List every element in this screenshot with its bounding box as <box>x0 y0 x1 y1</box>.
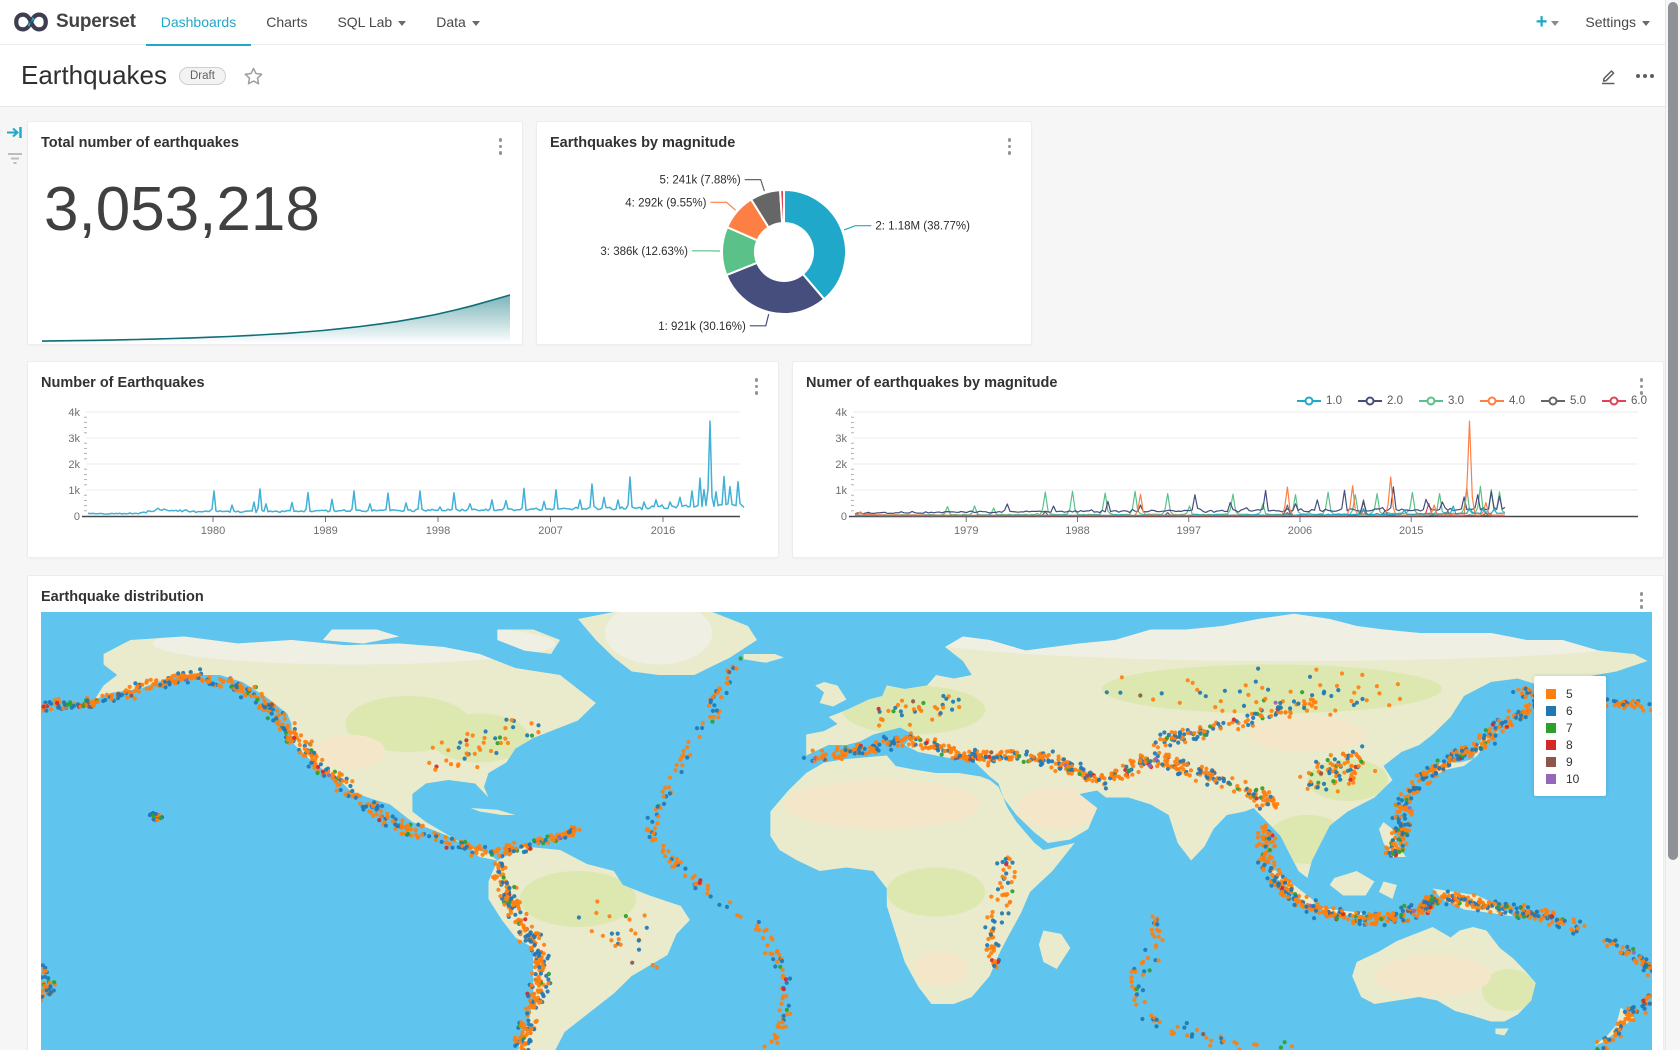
chart-card-number-of-earthquakes: Number of Earthquakes 01k2k3k4k198019891… <box>27 361 779 558</box>
more-actions-icon[interactable] <box>1636 74 1654 78</box>
svg-text:1988: 1988 <box>1065 525 1089 537</box>
legend-swatch <box>1546 740 1556 750</box>
top-nav: Superset Dashboards Charts SQL Lab Data … <box>0 0 1680 45</box>
chevron-down-icon <box>1642 21 1650 26</box>
settings-menu[interactable]: Settings <box>1585 14 1650 30</box>
favorite-star-icon[interactable] <box>244 67 263 85</box>
svg-text:1k: 1k <box>835 485 847 497</box>
chart-menu-icon[interactable] <box>1638 590 1646 611</box>
chart-card-total-number: Total number of earthquakes 3,053,218 <box>27 121 523 345</box>
chevron-down-icon <box>472 21 480 26</box>
svg-text:3k: 3k <box>835 433 847 445</box>
map-legend: 5678910 <box>1534 676 1606 796</box>
svg-text:2007: 2007 <box>538 525 562 537</box>
filter-icon[interactable] <box>7 152 23 165</box>
svg-text:1k: 1k <box>68 485 80 497</box>
expand-filters-icon[interactable] <box>6 125 24 140</box>
map-legend-item: 5 <box>1546 685 1606 702</box>
svg-text:3k: 3k <box>68 433 80 445</box>
nav-item-dashboards[interactable]: Dashboards <box>146 0 252 45</box>
new-button[interactable]: + <box>1536 11 1560 34</box>
svg-text:1989: 1989 <box>313 525 337 537</box>
timeseries-chart: 0 1k 2k 3k 4k 1979 1988 1997 2006 2015 <box>793 362 1663 557</box>
map-canvas <box>41 612 1652 1050</box>
chart-title: Earthquake distribution <box>41 589 204 605</box>
chart-title: Total number of earthquakes <box>41 135 239 151</box>
nav-item-sql-lab[interactable]: SQL Lab <box>322 0 421 45</box>
dashboard-header: Earthquakes Draft <box>0 45 1680 107</box>
donut-callout-label: 5: 241k (7.88%) <box>660 175 741 187</box>
chart-menu-icon[interactable] <box>497 136 505 157</box>
svg-text:0: 0 <box>74 511 80 523</box>
nav-item-charts[interactable]: Charts <box>251 0 322 45</box>
plus-icon: + <box>1536 11 1548 34</box>
svg-text:2k: 2k <box>835 459 847 471</box>
legend-swatch <box>1546 757 1556 767</box>
world-map[interactable]: 5678910 <box>41 612 1652 1050</box>
svg-text:4k: 4k <box>68 407 80 419</box>
svg-text:1980: 1980 <box>201 525 225 537</box>
svg-text:2006: 2006 <box>1288 525 1312 537</box>
donut-callout-label: 4: 292k (9.55%) <box>625 197 706 209</box>
chevron-down-icon <box>398 21 406 26</box>
map-legend-item: 9 <box>1546 753 1606 770</box>
map-legend-item: 10 <box>1546 770 1606 787</box>
legend-swatch <box>1546 723 1556 733</box>
map-legend-item: 7 <box>1546 719 1606 736</box>
timeseries-chart: 0 1k 2k 3k 4k 1980 1989 1998 2007 2016 <box>28 362 778 557</box>
donut-callout-label: 2: 1.18M (38.77%) <box>875 221 970 233</box>
chart-card-earthquake-distribution: Earthquake distribution 5678910 <box>27 575 1664 1050</box>
brand-name: Superset <box>56 11 136 33</box>
superset-brand[interactable]: Superset <box>14 11 136 33</box>
svg-text:2k: 2k <box>68 459 80 471</box>
edit-pencil-icon[interactable] <box>1598 66 1618 86</box>
chart-card-earthquakes-by-magnitude-lines: Numer of earthquakes by magnitude 1.02.0… <box>792 361 1664 558</box>
chart-card-earthquakes-by-magnitude: Earthquakes by magnitude 2: 1.18M (38.77… <box>536 121 1032 345</box>
donut-callout-label: 1: 921k (30.16%) <box>658 321 746 333</box>
superset-logo-icon <box>14 12 48 32</box>
trendline-sparkline <box>28 288 522 344</box>
status-badge: Draft <box>179 67 226 85</box>
nav-item-data[interactable]: Data <box>421 0 495 45</box>
svg-text:0: 0 <box>841 511 847 523</box>
scrollbar-thumb[interactable] <box>1668 2 1678 860</box>
svg-text:4k: 4k <box>835 407 847 419</box>
map-legend-item: 6 <box>1546 702 1606 719</box>
svg-text:2015: 2015 <box>1399 525 1423 537</box>
donut-chart: 2: 1.18M (38.77%) 1: 921k (30.16%) 3: 386k… <box>537 122 1031 344</box>
donut-callout-label: 3: 386k (12.63%) <box>600 246 688 258</box>
svg-text:1997: 1997 <box>1176 525 1200 537</box>
page-title: Earthquakes <box>21 60 167 91</box>
svg-text:1979: 1979 <box>954 525 978 537</box>
legend-swatch <box>1546 774 1556 784</box>
legend-swatch <box>1546 689 1556 699</box>
svg-text:1998: 1998 <box>426 525 450 537</box>
page-scrollbar <box>1665 0 1680 1050</box>
big-number-value: 3,053,218 <box>44 174 320 245</box>
map-legend-item: 8 <box>1546 736 1606 753</box>
nav-items: Dashboards Charts SQL Lab Data <box>146 0 495 45</box>
chevron-down-icon <box>1551 21 1559 26</box>
filter-bar-collapsed <box>4 125 26 165</box>
svg-text:2016: 2016 <box>651 525 675 537</box>
legend-swatch <box>1546 706 1556 716</box>
